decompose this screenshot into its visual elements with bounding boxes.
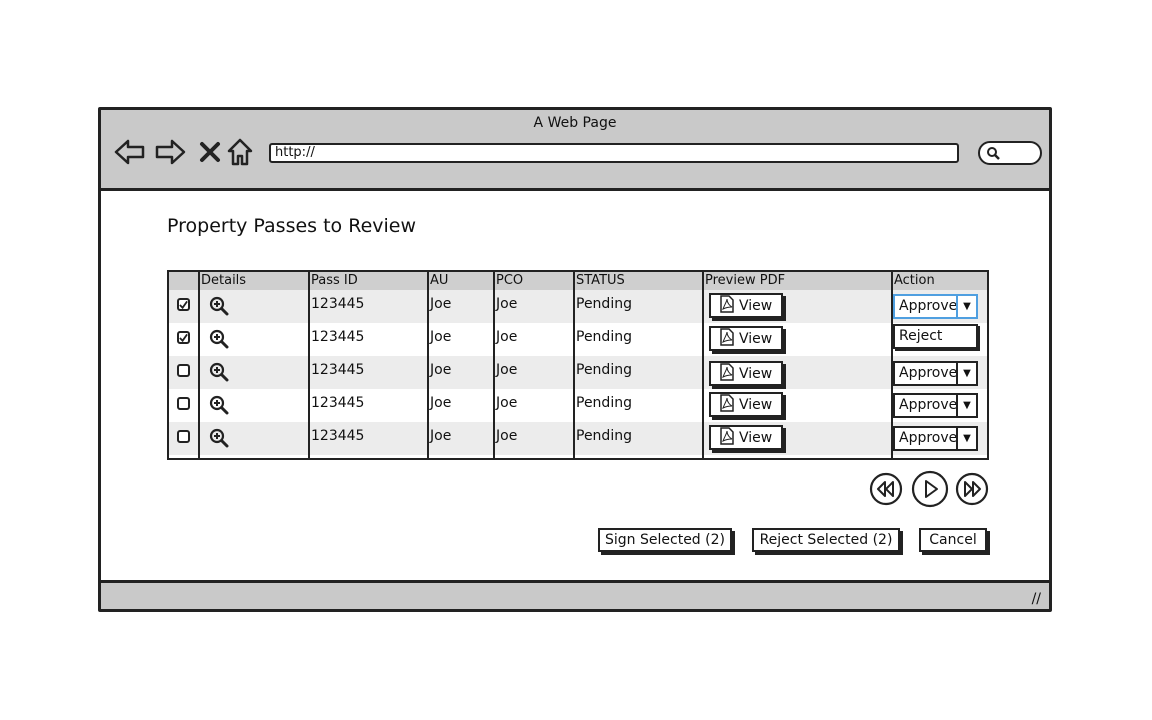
pdf-icon bbox=[719, 393, 735, 416]
column-divider bbox=[427, 272, 429, 458]
pass-id-cell: 123445 bbox=[311, 428, 365, 444]
view-label: View bbox=[739, 330, 773, 347]
view-pdf-button[interactable]: View bbox=[709, 326, 783, 351]
pco-cell: Joe bbox=[496, 428, 518, 444]
pco-cell: Joe bbox=[496, 395, 518, 411]
status-cell: Pending bbox=[576, 296, 632, 312]
pco-cell: Joe bbox=[496, 329, 518, 345]
status-cell: Pending bbox=[576, 395, 632, 411]
column-header-pass-id: Pass ID bbox=[311, 273, 358, 288]
dropdown-option-reject[interactable]: Reject bbox=[893, 324, 978, 349]
pdf-icon bbox=[719, 294, 735, 317]
table-row: 123445 Joe Joe Pending View Approve ▼ bbox=[169, 356, 987, 389]
row-checkbox[interactable] bbox=[177, 397, 190, 410]
page-title: Property Passes to Review bbox=[167, 215, 417, 237]
zoom-in-icon[interactable] bbox=[209, 395, 229, 419]
au-cell: Joe bbox=[430, 395, 452, 411]
view-label: View bbox=[739, 429, 773, 446]
column-divider bbox=[702, 272, 704, 458]
au-cell: Joe bbox=[430, 329, 452, 345]
table-row: 123445 Joe Joe Pending View Approve ▼ bbox=[169, 290, 987, 323]
pass-id-cell: 123445 bbox=[311, 362, 365, 378]
back-icon[interactable] bbox=[113, 135, 147, 169]
view-label: View bbox=[739, 396, 773, 413]
chevron-down-icon[interactable]: ▼ bbox=[956, 395, 976, 416]
column-header-pco: PCO bbox=[496, 273, 524, 288]
row-checkbox[interactable] bbox=[177, 331, 190, 344]
au-cell: Joe bbox=[430, 362, 452, 378]
table-row: 123445 Joe Joe Pending View Reject bbox=[169, 323, 987, 356]
row-checkbox[interactable] bbox=[177, 364, 190, 377]
column-divider bbox=[573, 272, 575, 458]
status-cell: Pending bbox=[576, 428, 632, 444]
chevron-down-icon[interactable]: ▼ bbox=[956, 428, 976, 449]
resize-handle[interactable]: // bbox=[1032, 591, 1041, 607]
status-cell: Pending bbox=[576, 362, 632, 378]
browser-toolbar: A Web Page http:// bbox=[101, 110, 1049, 191]
status-bar: // bbox=[101, 580, 1049, 609]
fast-forward-icon[interactable] bbox=[955, 472, 989, 506]
au-cell: Joe bbox=[430, 296, 452, 312]
column-header-status: STATUS bbox=[576, 273, 625, 288]
pco-cell: Joe bbox=[496, 362, 518, 378]
chevron-down-icon[interactable]: ▼ bbox=[956, 296, 976, 317]
dropdown-option-label: Reject bbox=[899, 328, 943, 344]
cancel-button[interactable]: Cancel bbox=[919, 528, 987, 552]
action-value: Approve bbox=[899, 397, 958, 413]
sign-selected-button[interactable]: Sign Selected (2) bbox=[598, 528, 732, 552]
forward-icon[interactable] bbox=[153, 135, 187, 169]
zoom-in-icon[interactable] bbox=[209, 329, 229, 353]
url-input[interactable]: http:// bbox=[269, 143, 959, 163]
view-pdf-button[interactable]: View bbox=[709, 293, 783, 318]
zoom-in-icon[interactable] bbox=[209, 362, 229, 386]
search-icon bbox=[985, 145, 1001, 165]
action-select[interactable]: Approve ▼ bbox=[893, 294, 978, 319]
pass-id-cell: 123445 bbox=[311, 296, 365, 312]
action-value: Approve bbox=[899, 365, 958, 381]
au-cell: Joe bbox=[430, 428, 452, 444]
passes-table: Details Pass ID AU PCO STATUS Preview PD… bbox=[167, 270, 989, 460]
action-value: Approve bbox=[899, 298, 958, 314]
view-pdf-button[interactable]: View bbox=[709, 361, 783, 386]
column-header-au: AU bbox=[430, 273, 449, 288]
rewind-icon[interactable] bbox=[869, 472, 903, 506]
view-label: View bbox=[739, 297, 773, 314]
table-row: 123445 Joe Joe Pending View Approve ▼ bbox=[169, 389, 987, 422]
zoom-in-icon[interactable] bbox=[209, 428, 229, 452]
action-select[interactable]: Approve ▼ bbox=[893, 393, 978, 418]
view-label: View bbox=[739, 365, 773, 382]
window-title: A Web Page bbox=[533, 115, 617, 131]
column-divider bbox=[891, 272, 893, 458]
table-header: Details Pass ID AU PCO STATUS Preview PD… bbox=[169, 272, 987, 290]
close-icon[interactable] bbox=[193, 135, 227, 169]
pdf-icon bbox=[719, 327, 735, 350]
pdf-icon bbox=[719, 426, 735, 449]
view-pdf-button[interactable]: View bbox=[709, 392, 783, 417]
column-divider bbox=[198, 272, 200, 458]
column-header-details: Details bbox=[201, 273, 247, 288]
action-select[interactable]: Approve ▼ bbox=[893, 361, 978, 386]
pass-id-cell: 123445 bbox=[311, 395, 365, 411]
action-select[interactable]: Approve ▼ bbox=[893, 426, 978, 451]
column-header-preview-pdf: Preview PDF bbox=[705, 273, 786, 288]
column-divider bbox=[493, 272, 495, 458]
home-icon[interactable] bbox=[223, 135, 257, 169]
search-field[interactable] bbox=[978, 141, 1042, 165]
pass-id-cell: 123445 bbox=[311, 329, 365, 345]
row-checkbox[interactable] bbox=[177, 430, 190, 443]
chevron-down-icon[interactable]: ▼ bbox=[956, 363, 976, 384]
status-cell: Pending bbox=[576, 329, 632, 345]
row-checkbox[interactable] bbox=[177, 298, 190, 311]
pdf-icon bbox=[719, 362, 735, 385]
action-value: Approve bbox=[899, 430, 958, 446]
pco-cell: Joe bbox=[496, 296, 518, 312]
reject-selected-button[interactable]: Reject Selected (2) bbox=[752, 528, 900, 552]
zoom-in-icon[interactable] bbox=[209, 296, 229, 320]
table-row: 123445 Joe Joe Pending View Approve ▼ bbox=[169, 422, 987, 455]
browser-window: A Web Page http:// Property Passes to Re… bbox=[98, 107, 1052, 612]
column-divider bbox=[308, 272, 310, 458]
play-icon[interactable] bbox=[911, 470, 949, 508]
view-pdf-button[interactable]: View bbox=[709, 425, 783, 450]
column-header-action: Action bbox=[894, 273, 935, 288]
